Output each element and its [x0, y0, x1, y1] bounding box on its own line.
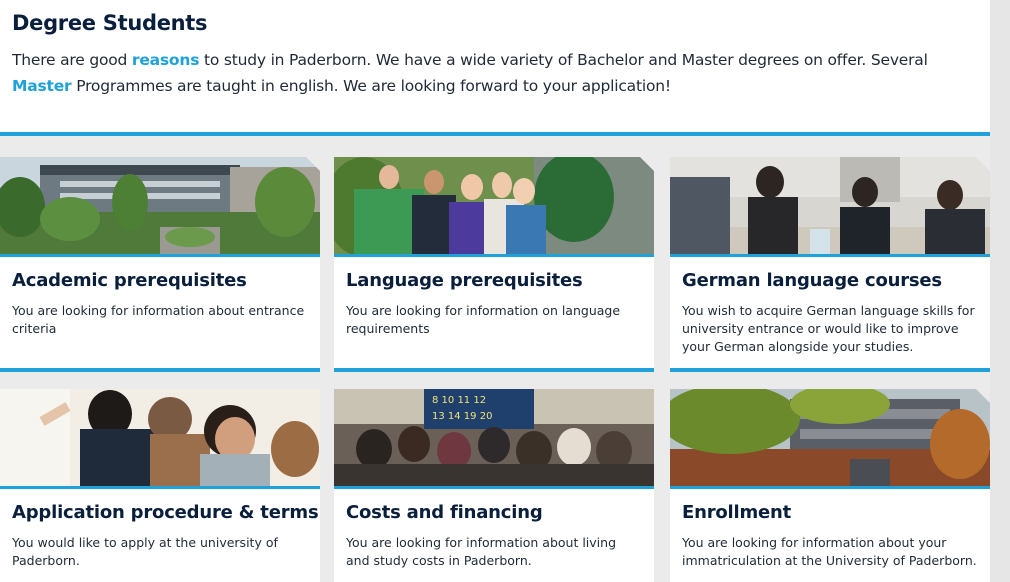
card-bottom-bar — [0, 368, 320, 372]
card-description: You wish to acquire German language skil… — [682, 303, 975, 354]
corner-fold — [640, 157, 654, 171]
card-academic-prerequisites[interactable]: Academic prerequisites You are looking f… — [0, 157, 320, 372]
corner-fold — [976, 157, 990, 171]
card-description: You are looking for information about en… — [12, 303, 305, 336]
corner-fold — [306, 157, 320, 171]
card-title[interactable]: Application procedure & terms — [12, 502, 319, 523]
corner-fold — [976, 389, 990, 403]
intro-section: Degree Students There are good reasons t… — [0, 0, 990, 136]
master-link[interactable]: Master — [12, 77, 72, 95]
page-title: Degree Students — [12, 11, 208, 35]
card-bottom-bar — [334, 368, 654, 372]
card-description: You are looking for information on langu… — [346, 303, 621, 336]
card-costs-financing[interactable]: 8 10 11 12 13 14 19 20 Costs and financi… — [334, 389, 654, 582]
card-title[interactable]: Enrollment — [682, 502, 791, 523]
card-language-prerequisites[interactable]: Language prerequisites You are looking f… — [334, 157, 654, 372]
svg-text:8 10 11 12: 8 10 11 12 — [432, 395, 486, 406]
svg-text:13 14 19 20: 13 14 19 20 — [432, 411, 492, 422]
card-enrollment[interactable]: Enrollment You are looking for informati… — [670, 389, 990, 582]
card-title[interactable]: German language courses — [682, 270, 942, 291]
card-bottom-bar — [670, 368, 990, 372]
card-title[interactable]: Costs and financing — [346, 502, 543, 523]
reasons-link[interactable]: reasons — [132, 51, 200, 69]
whiteboard-photo — [0, 389, 320, 489]
classroom-photo — [670, 157, 990, 257]
card-description: You would like to apply at the universit… — [12, 535, 278, 568]
campus-photo — [0, 157, 320, 257]
intro-text: There are good reasons to study in Pader… — [12, 51, 928, 95]
card-title[interactable]: Academic prerequisites — [12, 270, 247, 291]
card-description: You are looking for information about li… — [346, 535, 617, 568]
card-application-procedure[interactable]: Application procedure & terms You would … — [0, 389, 320, 582]
right-scroll-strip — [990, 0, 1010, 582]
card-title[interactable]: Language prerequisites — [346, 270, 583, 291]
card-german-language-courses[interactable]: German language courses You wish to acqu… — [670, 157, 990, 372]
card-description: You are looking for information about yo… — [682, 535, 977, 568]
university-building-photo — [670, 389, 990, 489]
lecture-hall-photo: 8 10 11 12 13 14 19 20 — [334, 389, 654, 489]
students-group-photo — [334, 157, 654, 257]
